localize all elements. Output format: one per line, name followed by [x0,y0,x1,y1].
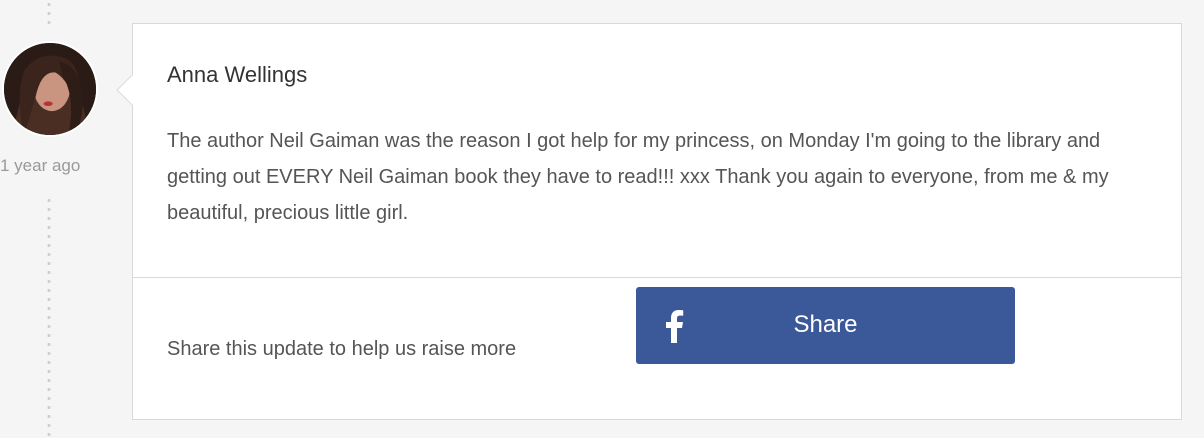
time-ago: 1 year ago [0,156,81,175]
facebook-share-button[interactable]: Share [636,287,1015,364]
share-prompt: Share this update to help us raise more [167,338,517,360]
author-name: Anna Wellings [167,62,308,87]
share-button-label: Share [793,311,858,338]
timeline-line-bottom [47,196,51,438]
update-card-body: Anna Wellings The author Neil Gaiman was… [133,24,1181,278]
update-message: The author Neil Gaiman was the reason I … [167,130,1109,224]
update-timeline: 1 year ago Anna Wellings The author Neil… [0,0,1204,438]
avatar [2,41,98,137]
timeline-line-top [47,0,51,24]
